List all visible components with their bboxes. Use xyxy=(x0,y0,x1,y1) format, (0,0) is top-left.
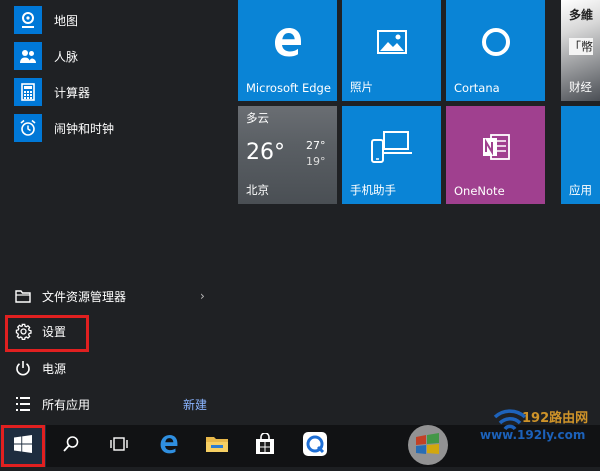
tile-phone-companion[interactable]: 手机助手 xyxy=(342,106,441,204)
power-icon xyxy=(14,359,32,377)
tile-label: OneNote xyxy=(454,184,505,198)
tile-label: Cortana xyxy=(454,81,500,95)
circle-q-icon xyxy=(303,432,327,460)
search-button[interactable] xyxy=(48,425,94,467)
file-explorer-label: 文件资源管理器 xyxy=(42,289,127,304)
all-apps-label: 所有应用 xyxy=(42,397,91,412)
tile-label: Microsoft Edge xyxy=(246,81,331,95)
search-icon xyxy=(62,435,80,457)
tile-apps[interactable]: 应用 xyxy=(561,106,600,204)
edge-taskbar-button[interactable] xyxy=(146,425,192,467)
tile-label: 应用 xyxy=(569,183,592,197)
taskbar xyxy=(0,425,600,467)
weather-temperature: 26° xyxy=(246,140,285,165)
phone-laptop-icon xyxy=(370,130,413,168)
app-label: 计算器 xyxy=(54,85,91,100)
file-explorer-taskbar-button[interactable] xyxy=(194,425,240,467)
power-item[interactable]: 电源 xyxy=(14,357,66,379)
news-headline: 多維 xyxy=(569,8,594,22)
tile-label: 照片 xyxy=(350,80,373,94)
map-pin-icon xyxy=(14,6,42,34)
edge-icon xyxy=(158,433,180,459)
tile-microsoft-edge[interactable]: Microsoft Edge xyxy=(238,0,337,101)
start-menu: 地图 人脉 计算器 闹钟和时钟 文件资源管理器 › 设置 电源 所有应用 新建 … xyxy=(0,0,600,425)
tile-label: 财经 xyxy=(569,80,592,94)
list-icon xyxy=(14,395,32,413)
store-taskbar-button[interactable] xyxy=(242,425,288,467)
photo-icon xyxy=(376,30,407,58)
app-taskbar-button[interactable] xyxy=(292,425,338,467)
tile-news-money[interactable]: 多維 「幣 财经 xyxy=(561,0,600,101)
cortana-icon xyxy=(480,26,512,62)
store-bag-icon xyxy=(254,432,276,459)
tile-cortana[interactable]: Cortana xyxy=(446,0,545,101)
app-label: 闹钟和时钟 xyxy=(54,121,115,136)
all-apps-item[interactable]: 所有应用 xyxy=(14,393,90,415)
weather-high: 27° xyxy=(306,139,326,152)
alarm-clock-icon xyxy=(14,114,42,142)
app-maps[interactable]: 地图 xyxy=(14,5,78,35)
app-label: 人脉 xyxy=(54,49,79,64)
new-badge: 新建 xyxy=(183,398,208,412)
people-icon xyxy=(14,42,42,70)
folder-icon xyxy=(205,434,229,458)
file-explorer-item[interactable]: 文件资源管理器 xyxy=(14,285,126,307)
weather-city: 北京 xyxy=(246,183,269,197)
chevron-right-icon[interactable]: › xyxy=(200,289,205,303)
app-label: 地图 xyxy=(54,13,79,28)
task-view-icon xyxy=(109,436,129,456)
weather-condition: 多云 xyxy=(246,111,269,125)
tile-photos[interactable]: 照片 xyxy=(342,0,441,101)
tile-label: 手机助手 xyxy=(350,183,396,197)
tile-weather[interactable]: 多云 26° 27° 19° 北京 xyxy=(238,106,337,204)
tile-onenote[interactable]: OneNote xyxy=(446,106,545,204)
app-people[interactable]: 人脉 xyxy=(14,41,78,71)
edge-icon xyxy=(271,25,305,63)
app-alarms-clock[interactable]: 闹钟和时钟 xyxy=(14,113,114,143)
task-view-button[interactable] xyxy=(96,425,142,467)
onenote-icon xyxy=(481,132,511,166)
news-subtext: 「幣 xyxy=(569,38,594,55)
weather-low: 19° xyxy=(306,155,326,168)
app-calculator[interactable]: 计算器 xyxy=(14,77,90,107)
settings-highlight-box xyxy=(5,315,89,352)
start-button-highlight-box xyxy=(1,425,45,467)
folder-icon xyxy=(14,287,32,305)
power-label: 电源 xyxy=(42,361,67,376)
calculator-icon xyxy=(14,78,42,106)
